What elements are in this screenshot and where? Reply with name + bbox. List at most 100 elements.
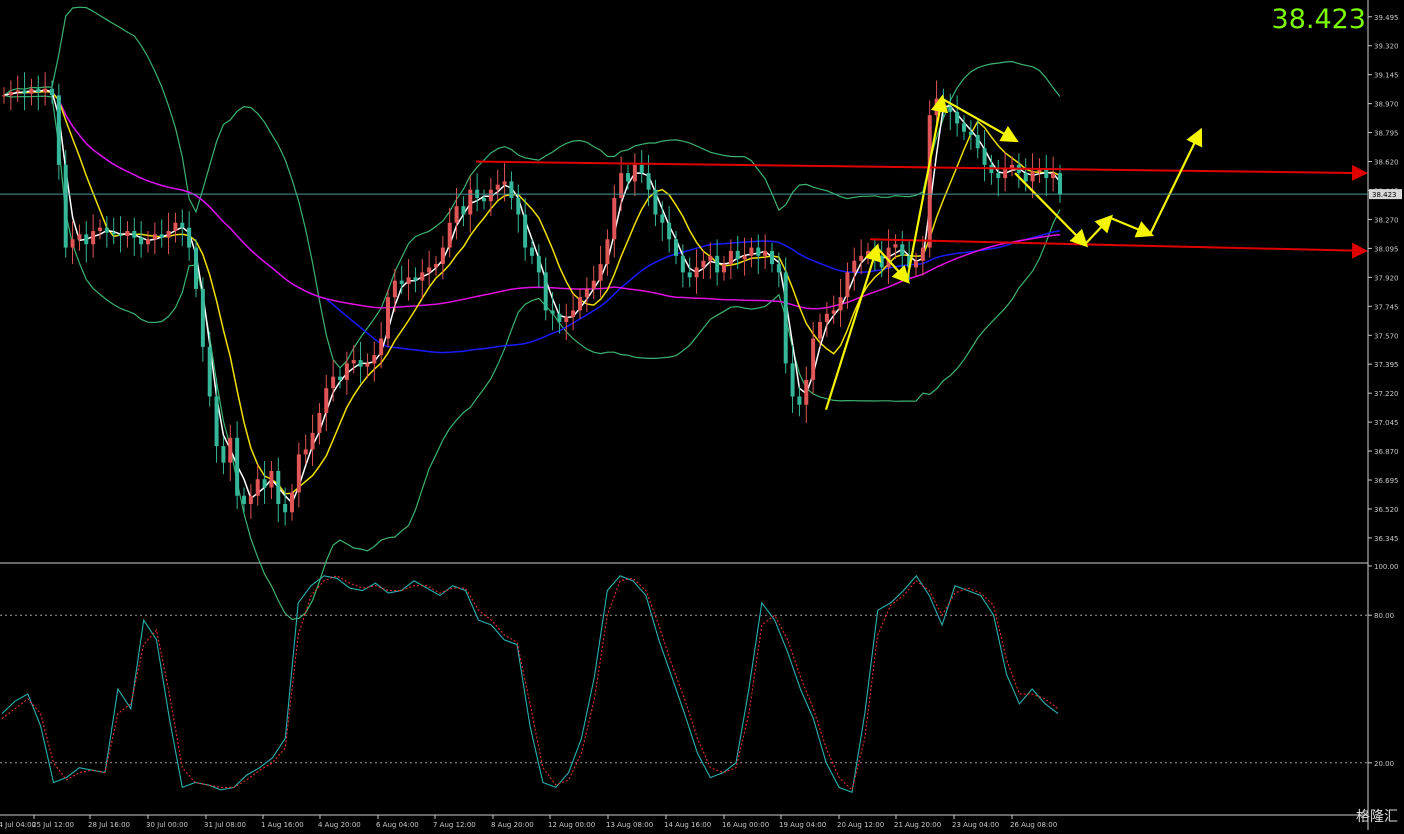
price-tick-label: 36.870 [1374,448,1399,456]
candle-body [852,260,857,273]
candle-body [70,239,75,248]
price-tick-label: 39.495 [1374,14,1399,22]
candle-body [660,214,665,223]
chart-canvas[interactable]: 39.495 39.320 39.145 38.970 38.795 38.620 38.4… [0,0,1404,830]
candle-body [482,197,486,202]
candle-body [276,470,281,505]
candle-body [77,234,82,240]
candle-body [365,363,370,367]
candle-body [173,222,178,232]
candle-body [728,250,733,265]
candle-body [296,454,301,493]
candle-body [420,272,425,281]
candle-body [221,446,226,463]
candle-body [516,197,521,215]
candle-body [399,280,404,284]
impulse-arrow [941,97,1019,143]
candle-body [927,115,932,248]
candle-body [1023,173,1028,182]
candle-body [63,164,68,248]
candle-body [797,396,802,405]
candle-body [536,255,541,273]
time-tick-label: 1 Aug 16:00 [261,821,304,829]
time-tick-label: 13 Aug 08:00 [606,821,653,829]
time-tick-label: 30 Jul 00:00 [146,821,188,829]
candle-body [818,322,822,339]
candle-body [948,106,953,112]
candle-body [269,470,274,488]
price-tick-label: 37.395 [1374,361,1399,369]
candle-body [200,288,205,347]
candle-body [29,88,34,94]
candle-body [701,260,706,268]
stochastic-tick-label: 80.00 [1374,612,1394,620]
candle-body [434,264,438,268]
candle-body [317,413,322,433]
candle-body [811,338,816,380]
candle-body [91,231,96,245]
price-tick-label: 38.795 [1374,130,1399,138]
candle-body [248,495,253,505]
ma-mid-yellow [3,90,1061,495]
time-tick-label: 4 Aug 20:00 [318,821,361,829]
candle-body [996,173,1001,179]
candle-body [968,131,973,136]
time-tick-label: 19 Aug 04:00 [779,821,826,829]
time-tick-label: 28 Jul 16:00 [88,821,130,829]
candle-body [1030,171,1035,182]
current-price-readout: 38.423 [1271,4,1366,35]
candle-body [338,376,342,380]
candle-body [118,234,123,236]
ma-fast-white [3,89,1061,505]
candle-body [831,310,836,314]
candle-body [879,255,884,268]
candle-body [104,227,109,233]
candle-body [530,247,534,256]
candle-body [146,239,150,245]
price-tick-label: 36.695 [1374,477,1399,485]
candle-body [386,297,390,339]
candle-body [242,495,246,505]
candle-body [132,231,137,238]
candle-body [790,363,795,397]
candle-body [962,123,966,132]
candle-body [859,255,864,261]
candle-body [310,432,315,450]
price-tick-label: 39.145 [1374,72,1399,80]
candle-body [427,267,432,273]
candle-body [228,437,233,463]
candle-body [1051,173,1056,179]
candle-body [379,338,384,356]
candle-body [694,267,699,278]
stochastic-signal-line [1,575,1059,791]
projection-arrow [1109,216,1155,238]
price-tick-label: 38.970 [1374,101,1399,109]
candle-body [591,280,596,289]
candle-body [749,247,754,256]
candle-body [461,206,466,215]
time-tick-label: 7 Aug 12:00 [433,821,476,829]
candle-body [955,111,960,124]
candle-body [84,234,89,245]
candle-body [15,90,20,93]
candle-body [358,360,363,367]
candle-body [392,280,397,298]
candle-body [975,135,980,149]
candle-body [845,272,850,298]
candle-body [776,264,781,273]
time-tick-label: 23 Aug 04:00 [952,821,999,829]
candle-body [674,239,678,256]
candle-body [509,181,514,198]
candle-body [98,227,102,232]
time-tick-label: 8 Aug 20:00 [491,821,534,829]
candle-body [180,222,185,228]
candle-body [523,214,528,248]
candle-body [207,346,212,397]
candle-body [324,388,329,414]
price-tick-label: 37.920 [1374,274,1399,282]
price-tick-label: 38.620 [1374,159,1399,167]
candle-body [900,244,905,256]
bollinger-lower [3,94,1061,621]
candle-body [578,297,582,311]
candle-body [543,272,548,311]
